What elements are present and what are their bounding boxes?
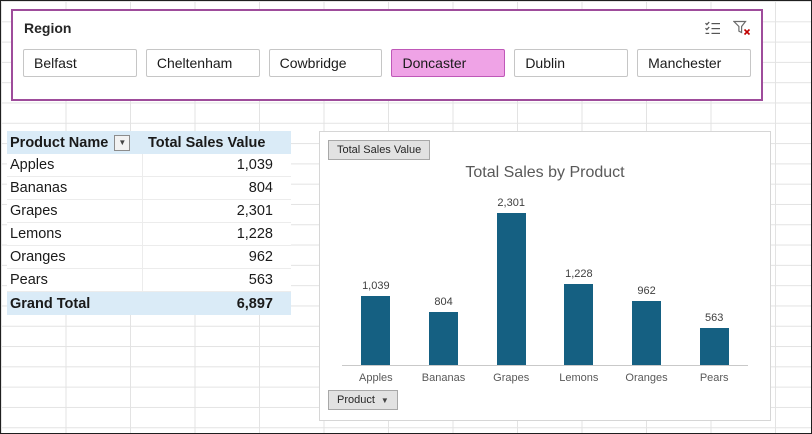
table-row: Apples 1,039 (7, 154, 291, 177)
chart-category-axis: ApplesBananasGrapesLemonsOrangesPears (342, 366, 748, 384)
product-cell[interactable]: Grapes (7, 200, 143, 222)
pivot-header-product-label: Product Name (10, 135, 108, 151)
value-cell[interactable]: 1,228 (143, 226, 291, 242)
clear-filter-icon[interactable] (733, 20, 751, 36)
value-cell[interactable]: 563 (143, 272, 291, 288)
slicer-item-doncaster[interactable]: Doncaster (391, 49, 505, 77)
pivot-header-row: Product Name ▼ Total Sales Value (7, 131, 291, 154)
spreadsheet-grid[interactable]: Region (0, 0, 812, 434)
pivot-header-value[interactable]: Total Sales Value (143, 135, 291, 151)
bar-value-label: 962 (637, 285, 655, 297)
bar-value-label: 1,228 (565, 268, 593, 280)
chart-plot-area: 1,039 804 2,301 1,228 962 563 (342, 194, 748, 366)
value-field-button-label: Total Sales Value (337, 144, 421, 156)
bar-value-label: 2,301 (497, 197, 525, 209)
pivot-chart[interactable]: Total Sales Value Total Sales by Product… (319, 131, 771, 421)
bar[interactable] (700, 328, 729, 365)
category-label: Oranges (613, 366, 681, 384)
value-cell[interactable]: 804 (143, 180, 291, 196)
grand-total-value[interactable]: 6,897 (143, 296, 291, 312)
chart-title: Total Sales by Product (320, 164, 770, 182)
bar-value-label: 804 (434, 296, 452, 308)
value-cell[interactable]: 962 (143, 249, 291, 265)
slicer-item-cowbridge[interactable]: Cowbridge (269, 49, 383, 77)
category-label: Pears (680, 366, 748, 384)
value-cell[interactable]: 1,039 (143, 157, 291, 173)
slicer-item-manchester[interactable]: Manchester (637, 49, 751, 77)
slicer-item-label: Cowbridge (280, 55, 347, 71)
grand-total-row: Grand Total 6,897 (7, 292, 291, 315)
multi-select-icon[interactable] (704, 20, 721, 36)
bar-value-label: 563 (705, 312, 723, 324)
product-cell[interactable]: Bananas (7, 177, 143, 199)
bar[interactable] (632, 301, 661, 365)
bar[interactable] (429, 312, 458, 365)
table-row: Pears 563 (7, 269, 291, 292)
category-label: Lemons (545, 366, 613, 384)
table-row: Grapes 2,301 (7, 200, 291, 223)
value-cell[interactable]: 2,301 (143, 203, 291, 219)
pivot-table: Product Name ▼ Total Sales Value Apples … (7, 131, 291, 315)
category-label: Bananas (410, 366, 478, 384)
slicer-item-dublin[interactable]: Dublin (514, 49, 628, 77)
bar-group: 563 (680, 312, 748, 365)
bar-group: 2,301 (477, 197, 545, 365)
bar-value-label: 1,039 (362, 280, 390, 292)
table-row: Oranges 962 (7, 246, 291, 269)
slicer-item-belfast[interactable]: Belfast (23, 49, 137, 77)
filter-dropdown-icon[interactable]: ▼ (114, 135, 130, 151)
product-cell[interactable]: Lemons (7, 223, 143, 245)
slicer-items: Belfast Cheltenham Cowbridge Doncaster D… (13, 36, 761, 77)
slicer-header: Region (13, 11, 761, 36)
bar[interactable] (497, 213, 526, 365)
region-slicer: Region (11, 9, 763, 101)
table-row: Bananas 804 (7, 177, 291, 200)
slicer-item-cheltenham[interactable]: Cheltenham (146, 49, 260, 77)
bar[interactable] (361, 296, 390, 365)
slicer-item-label: Dublin (525, 55, 565, 71)
slicer-item-label: Cheltenham (157, 55, 233, 71)
slicer-item-label: Belfast (34, 55, 77, 71)
product-cell[interactable]: Oranges (7, 246, 143, 268)
bar-group: 804 (410, 296, 478, 365)
value-field-button[interactable]: Total Sales Value (328, 140, 430, 160)
bar[interactable] (564, 284, 593, 365)
slicer-item-label: Manchester (648, 55, 721, 71)
bar-group: 1,228 (545, 268, 613, 365)
axis-field-button[interactable]: Product ▼ (328, 390, 398, 410)
slicer-item-label: Doncaster (402, 55, 466, 71)
category-label: Apples (342, 366, 410, 384)
dropdown-arrow-icon: ▼ (381, 396, 389, 405)
table-row: Lemons 1,228 (7, 223, 291, 246)
axis-field-button-label: Product (337, 394, 375, 406)
product-cell[interactable]: Pears (7, 269, 143, 291)
pivot-header-product[interactable]: Product Name ▼ (7, 131, 143, 154)
grand-total-label[interactable]: Grand Total (7, 292, 143, 315)
bar-group: 962 (613, 285, 681, 365)
category-label: Grapes (477, 366, 545, 384)
product-cell[interactable]: Apples (7, 154, 143, 176)
slicer-title: Region (24, 20, 71, 36)
bar-group: 1,039 (342, 280, 410, 365)
